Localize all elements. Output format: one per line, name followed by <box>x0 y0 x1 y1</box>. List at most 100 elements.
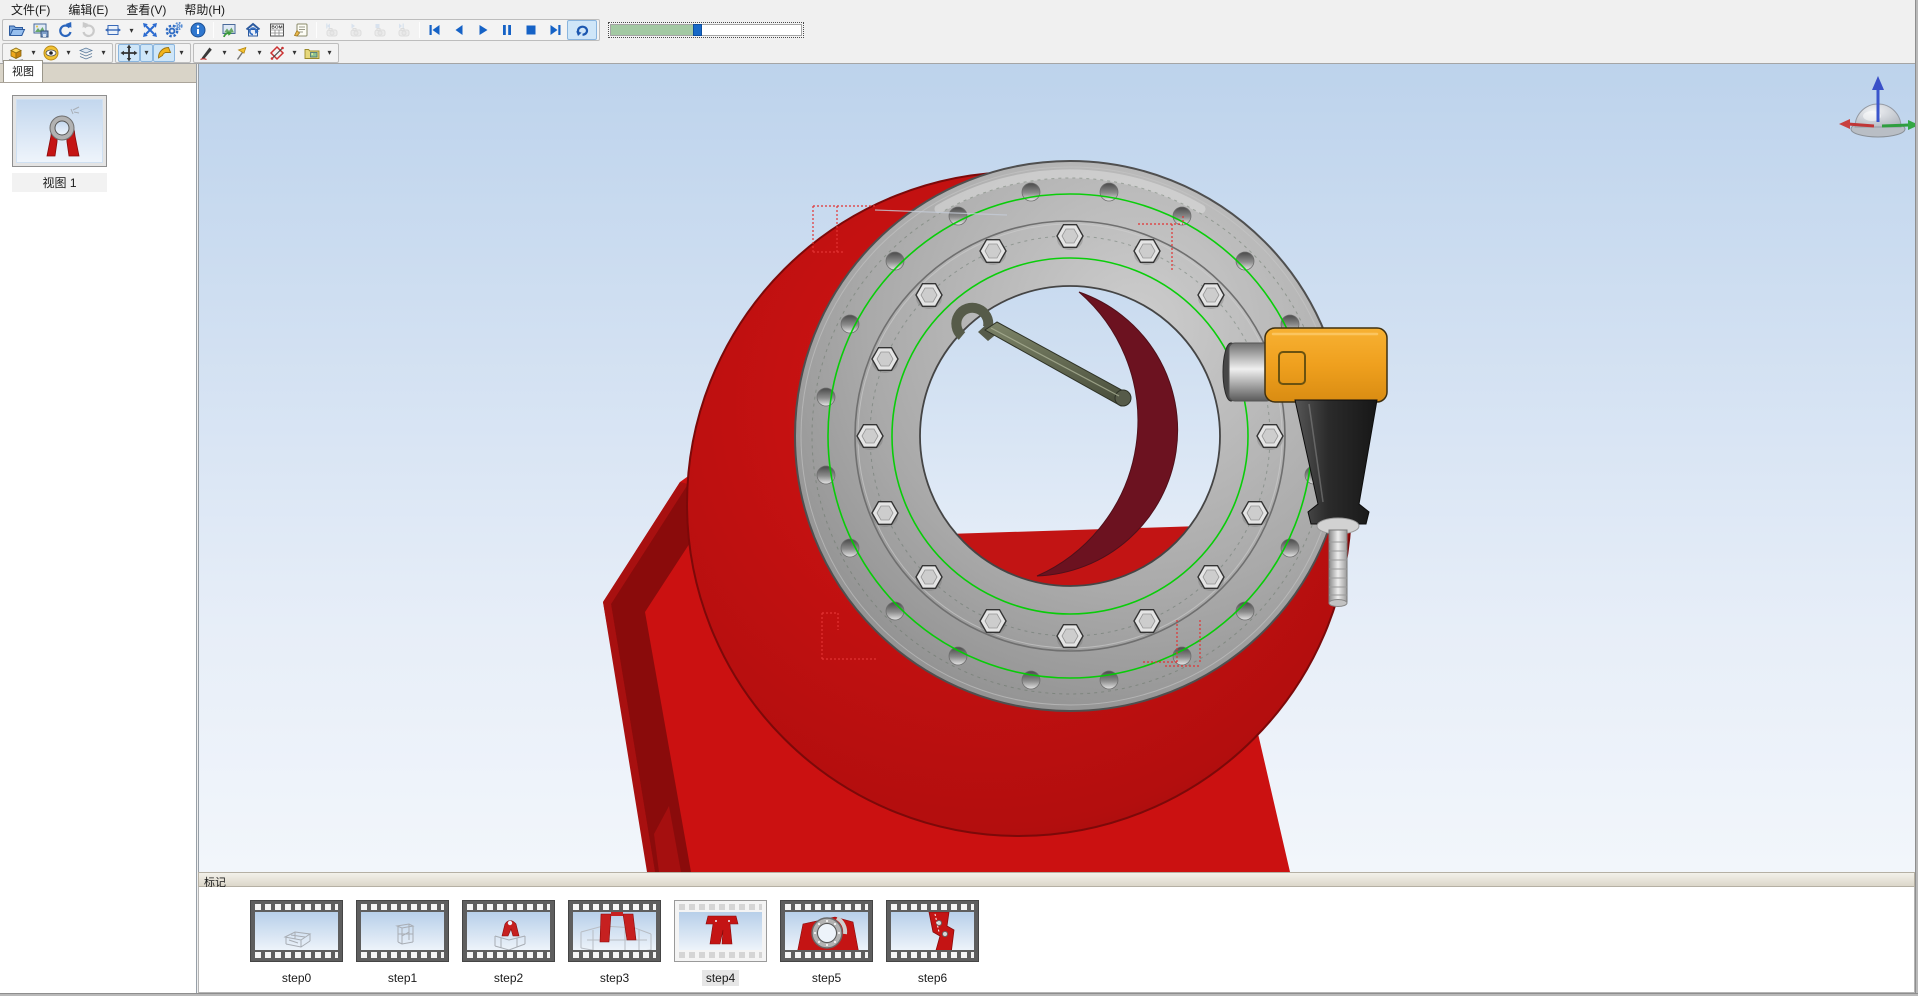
axis-x-arrow <box>1848 124 1874 126</box>
visibility-dropdown[interactable] <box>62 44 75 62</box>
move-tool-dropdown[interactable] <box>140 44 153 62</box>
pen-icon <box>198 44 216 62</box>
step-label[interactable]: step3 <box>596 970 633 986</box>
loop-button[interactable] <box>567 20 597 40</box>
open-folder-icon <box>8 21 26 39</box>
layers-dropdown[interactable] <box>97 44 110 62</box>
notes-button[interactable] <box>289 20 313 40</box>
fit-view-icon <box>141 21 159 39</box>
step-label[interactable]: step5 <box>808 970 845 986</box>
step1-thumbnail <box>361 912 444 950</box>
step-item-6[interactable]: step6 <box>886 900 979 986</box>
move-cross-icon <box>120 44 138 62</box>
go-first-button[interactable] <box>423 20 447 40</box>
pause-icon <box>498 21 516 39</box>
visibility-button[interactable] <box>40 44 62 62</box>
measure-pen-button[interactable] <box>196 44 218 62</box>
view-thumbnail-image <box>17 100 102 162</box>
menu-view[interactable]: 查看(V) <box>117 0 175 20</box>
export-image-icon <box>220 21 238 39</box>
dimension-dropdown[interactable] <box>288 44 301 62</box>
camera-next-button <box>392 20 416 40</box>
step-item-3[interactable]: step3 <box>568 900 661 986</box>
part-box-icon <box>7 44 25 62</box>
progress-handle[interactable] <box>693 24 702 36</box>
toolbar-separator <box>419 22 420 38</box>
menu-help[interactable]: 帮助(H) <box>175 0 234 20</box>
views-panel: 视图 视图 1 <box>0 64 197 993</box>
view-thumbnail-label[interactable]: 视图 1 <box>12 173 107 192</box>
menu-bar: 文件(F) 编辑(E) 查看(V) 帮助(H) <box>0 0 1918 18</box>
undo-icon <box>56 21 74 39</box>
camera-play-icon <box>347 21 365 39</box>
menu-file[interactable]: 文件(F) <box>2 0 59 20</box>
measure-pen-dropdown[interactable] <box>218 44 231 62</box>
main-area: 视图 视图 1 <box>0 63 1918 993</box>
annotation-flag-button[interactable] <box>231 44 253 62</box>
redo-button <box>77 20 101 40</box>
flange-ring-part[interactable] <box>795 161 1345 711</box>
move-tool-button[interactable] <box>118 44 140 62</box>
toolbar-separator <box>213 22 214 38</box>
undo-button[interactable] <box>53 20 77 40</box>
step2-thumbnail <box>467 912 550 950</box>
info-button[interactable] <box>186 20 210 40</box>
image-folder-icon <box>303 44 321 62</box>
layers-button[interactable] <box>75 44 97 62</box>
rotate-tool-button[interactable] <box>153 44 175 62</box>
progress-fill <box>611 25 697 35</box>
step-back-icon <box>450 21 468 39</box>
part-display-dropdown[interactable] <box>27 44 40 62</box>
step0-thumbnail <box>255 912 338 950</box>
image-capture-button[interactable] <box>301 44 323 62</box>
export-image-button[interactable] <box>217 20 241 40</box>
notes-icon <box>292 21 310 39</box>
main-toolbar: BOM <box>0 18 1918 42</box>
play-icon <box>474 21 492 39</box>
menu-edit[interactable]: 编辑(E) <box>59 0 117 20</box>
step-label[interactable]: step1 <box>384 970 421 986</box>
pan-window-icon <box>104 21 122 39</box>
open-file-button[interactable] <box>5 20 29 40</box>
step-item-5[interactable]: step5 <box>780 900 873 986</box>
step-item-4[interactable]: step4 <box>674 900 767 986</box>
step-back-button[interactable] <box>447 20 471 40</box>
step-label[interactable]: step2 <box>490 970 527 986</box>
settings-button[interactable] <box>162 20 186 40</box>
step-item-2[interactable]: step2 <box>462 900 555 986</box>
step-label[interactable]: step6 <box>914 970 951 986</box>
gears-icon <box>165 21 183 39</box>
view-thumbnail[interactable] <box>12 95 107 167</box>
image-capture-dropdown[interactable] <box>323 44 336 62</box>
tab-views[interactable]: 视图 <box>3 60 43 82</box>
camera-play-button <box>344 20 368 40</box>
step-item-0[interactable]: step0 <box>250 900 343 986</box>
home-view-button[interactable] <box>241 20 265 40</box>
camera-next-icon <box>395 21 413 39</box>
info-icon <box>189 21 207 39</box>
step-item-1[interactable]: step1 <box>356 900 449 986</box>
layers-icon <box>77 44 95 62</box>
tool-body <box>1265 328 1387 402</box>
step-label[interactable]: step4 <box>702 970 739 986</box>
bom-table-button[interactable]: BOM <box>265 20 289 40</box>
animation-progress-bar[interactable] <box>608 22 804 38</box>
step6-thumbnail <box>891 912 974 950</box>
save-image-button[interactable] <box>29 20 53 40</box>
marks-panel-title: 标记 <box>198 872 1915 887</box>
pan-view-button[interactable] <box>101 20 125 40</box>
stop-button[interactable] <box>519 20 543 40</box>
pause-button[interactable] <box>495 20 519 40</box>
annotation-flag-dropdown[interactable] <box>253 44 266 62</box>
play-button[interactable] <box>471 20 495 40</box>
step3-thumbnail <box>573 912 656 950</box>
pan-view-dropdown[interactable] <box>125 21 138 39</box>
viewport-3d[interactable] <box>198 64 1915 872</box>
step-label[interactable]: step0 <box>278 970 315 986</box>
go-last-button[interactable] <box>543 20 567 40</box>
flag-icon <box>233 44 251 62</box>
dimension-button[interactable] <box>266 44 288 62</box>
fit-view-button[interactable] <box>138 20 162 40</box>
part-display-button[interactable] <box>5 44 27 62</box>
rotate-tool-dropdown[interactable] <box>175 44 188 62</box>
